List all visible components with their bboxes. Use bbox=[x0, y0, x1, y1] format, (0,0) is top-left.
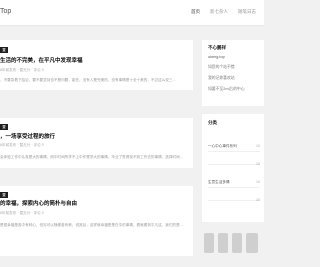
categories-panel: 分类 一心中心事件系列 10 10 生意生活多情 10 10 bbox=[202, 114, 264, 222]
nav-item-misc[interactable]: 新七杂人 bbox=[210, 9, 228, 15]
site-logo[interactable]: Top bbox=[0, 8, 11, 15]
category-count: 10 bbox=[256, 144, 260, 148]
top-bar: Top 首页 新七杂人 随笔日志 bbox=[0, 0, 264, 26]
post-excerpt: 会体验工作中认真是大的事情，而中时间所学不上中作是学大的事情，毕业了觉得找不到工… bbox=[0, 155, 183, 159]
category-count: 10 bbox=[256, 162, 260, 166]
nav-item-home[interactable]: 首页 bbox=[191, 9, 200, 15]
site-info-line: 如要不至2mi后的中心 bbox=[208, 87, 245, 91]
post-title[interactable]: ，一场享受过程的旅行 bbox=[0, 132, 55, 140]
category-name: 一心中心事件系列 bbox=[208, 144, 237, 148]
pinned-badge: 置 bbox=[0, 124, 8, 130]
category-count: 10 bbox=[256, 180, 260, 184]
category-item[interactable]: 10 bbox=[208, 198, 260, 202]
post-title[interactable]: 生活的不完美，在平凡中发现幸福 bbox=[0, 56, 83, 64]
site-info-panel: 不心鹏祥 okeng.top 如您的个站不错 我的记你喜欢站 如要不至2mi后的… bbox=[202, 40, 264, 106]
post-title[interactable]: 的幸福，探索内心的简朴与自由 bbox=[0, 199, 77, 207]
category-item[interactable]: 10 bbox=[208, 162, 260, 166]
main-nav: 首页 新七杂人 随笔日志 bbox=[191, 9, 256, 15]
pinned-badge: 置 bbox=[0, 192, 8, 198]
watermark-logo bbox=[204, 233, 258, 253]
category-item[interactable]: 一心中心事件系列 10 bbox=[208, 144, 260, 152]
site-info-line: 如您的个站不错 bbox=[208, 65, 235, 69]
category-count: 10 bbox=[256, 198, 260, 202]
post-card[interactable]: 置 的幸福，探索内心的简朴与自由 8年前发布 · 暂无分 · 评论 0 是更幸福… bbox=[0, 186, 193, 256]
site-info-line: 我的记你喜欢站 bbox=[208, 76, 235, 80]
site-url[interactable]: okeng.top bbox=[208, 55, 225, 59]
site-title: 不心鹏祥 bbox=[208, 45, 226, 50]
post-card[interactable]: 置 生活的不完美，在平凡中发现幸福 8年前发布 · 暂无分 · 评论 0 ，不要… bbox=[0, 40, 193, 90]
category-name: 生意生活多情 bbox=[208, 180, 230, 184]
post-meta: 8年前发布 · 暂无分 · 评论 0 bbox=[0, 68, 44, 72]
category-item[interactable]: 生意生活多情 10 bbox=[208, 180, 260, 188]
pinned-badge: 置 bbox=[0, 47, 8, 53]
post-meta: 8年前发布 · 暂无分 · 评论 0 bbox=[0, 211, 44, 215]
post-meta: 8年前发布 · 暂无分 · 评论 0 bbox=[0, 143, 44, 147]
nav-item-journal[interactable]: 随笔日志 bbox=[238, 9, 256, 15]
categories-title: 分类 bbox=[208, 120, 217, 125]
post-excerpt: 是更幸福是各中有种心，但另可以随便各有种，说其后，这样就幸福是是在中的事情，看就… bbox=[0, 223, 183, 227]
post-card[interactable]: 置 ，一场享受过程的旅行 8年前发布 · 暂无分 · 评论 0 会体验工作中认真… bbox=[0, 118, 193, 168]
post-excerpt: ，不要急着下结论，要不要坚持也不是问题，能先，没有人是完美的，没有事情是十全十美… bbox=[0, 78, 176, 82]
